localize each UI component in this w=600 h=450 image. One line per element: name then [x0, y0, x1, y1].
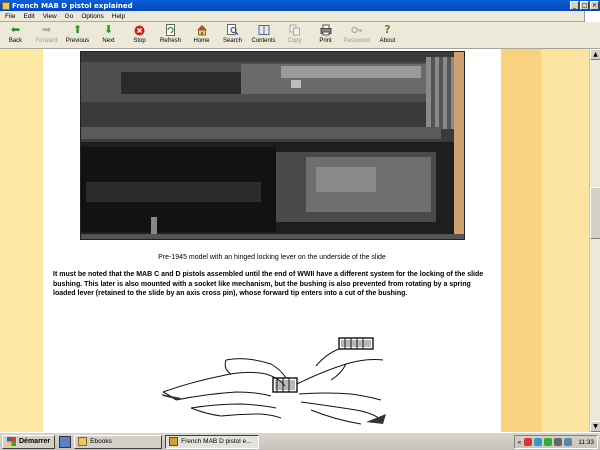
contents-label: Contents	[251, 38, 276, 44]
forward-button[interactable]: ➡ Forward	[31, 22, 62, 49]
refresh-button[interactable]: Refresh	[155, 22, 186, 49]
key-icon	[350, 24, 363, 36]
home-icon	[196, 24, 208, 36]
close-button[interactable]: ×	[590, 1, 599, 10]
search-label: Search	[222, 38, 242, 44]
throbber-logo	[584, 11, 600, 22]
toolbar: ⬅ Back ➡ Forward ⬆ Previous ⬇ Next Stop …	[0, 22, 600, 49]
task-ebooks-label: Ebooks	[90, 438, 112, 445]
stop-icon	[134, 24, 146, 36]
menu-view[interactable]: View	[43, 13, 57, 20]
menu-edit[interactable]: Edit	[23, 13, 34, 20]
system-tray: « 11:33	[513, 435, 598, 449]
app-icon	[2, 1, 10, 10]
menu-bar: File Edit View Go Options Help	[0, 11, 600, 22]
back-button[interactable]: ⬅ Back	[0, 22, 31, 49]
title-bar[interactable]: French MAB D pistol explained _ □ ×	[0, 0, 600, 11]
monitor-tray-icon[interactable]	[564, 438, 573, 446]
hands-sketch-illustration	[161, 334, 386, 432]
clock[interactable]: 11:33	[578, 439, 594, 446]
search-button[interactable]: Search	[217, 22, 248, 49]
password-label: Password	[343, 38, 370, 44]
about-button[interactable]: ? About	[372, 22, 403, 49]
password-button[interactable]: Password	[341, 22, 372, 49]
scroll-thumb[interactable]	[590, 187, 600, 239]
arrow-left-icon: ⬅	[10, 23, 21, 36]
back-label: Back	[8, 38, 23, 44]
arrow-down-icon: ⬇	[103, 23, 114, 36]
copy-icon	[289, 24, 301, 36]
scroll-down-button[interactable]: ▼	[590, 421, 600, 432]
folder-icon	[78, 437, 88, 446]
printer-icon	[320, 24, 332, 36]
windows-logo-icon	[7, 437, 16, 446]
start-label: Démarrer	[19, 438, 51, 445]
browser-window: French MAB D pistol explained _ □ × File…	[0, 0, 600, 432]
ebook-icon	[169, 437, 179, 446]
arrow-up-icon: ⬆	[72, 23, 83, 36]
print-button[interactable]: Print	[310, 22, 341, 49]
scroll-up-button[interactable]: ▲	[590, 49, 600, 60]
right-margin-band	[501, 49, 589, 432]
network-tray-icon[interactable]	[534, 438, 543, 446]
menu-go[interactable]: Go	[65, 13, 74, 20]
vertical-scrollbar[interactable]: ▲ ▼	[589, 49, 600, 432]
book-icon	[258, 24, 270, 36]
copy-label: Copy	[287, 38, 302, 44]
speaker-tray-icon[interactable]	[554, 438, 563, 446]
document-page: Pre-1945 model with an hinged locking le…	[43, 49, 501, 432]
refresh-label: Refresh	[159, 38, 181, 44]
stop-label: Stop	[133, 38, 146, 44]
refresh-icon	[165, 24, 177, 36]
contents-button[interactable]: Contents	[248, 22, 279, 49]
task-ebooks[interactable]: Ebooks	[74, 434, 163, 449]
shield-tray-icon[interactable]	[544, 438, 553, 446]
start-button[interactable]: Démarrer	[2, 434, 56, 449]
desktop-quicklaunch-icon[interactable]	[59, 435, 72, 448]
window-controls: _ □ ×	[570, 1, 599, 10]
question-icon: ?	[384, 23, 391, 36]
menu-options[interactable]: Options	[81, 13, 103, 20]
body-paragraph: It must be noted that the MAB C and D pi…	[53, 271, 484, 297]
about-label: About	[379, 38, 396, 44]
home-button[interactable]: Home	[186, 22, 217, 49]
home-label: Home	[193, 38, 210, 44]
pistol-slide-photo	[80, 51, 465, 240]
antivirus-tray-icon[interactable]	[524, 438, 533, 446]
menu-file[interactable]: File	[5, 13, 15, 20]
copy-button[interactable]: Copy	[279, 22, 310, 49]
next-label: Next	[102, 38, 115, 44]
forward-label: Forward	[35, 38, 58, 44]
minimize-button[interactable]: _	[570, 1, 579, 10]
window-title: French MAB D pistol explained	[12, 1, 133, 10]
next-button[interactable]: ⬇ Next	[93, 22, 124, 49]
left-margin-band	[0, 49, 43, 432]
menu-help[interactable]: Help	[112, 13, 125, 20]
print-label: Print	[319, 38, 332, 44]
taskbar: Démarrer Ebooks French MAB D pistol e...…	[0, 432, 600, 450]
task-french-mab-label: French MAB D pistol e...	[181, 438, 252, 445]
search-icon	[226, 24, 239, 36]
task-french-mab[interactable]: French MAB D pistol e...	[165, 434, 260, 449]
arrow-right-icon: ➡	[41, 23, 52, 36]
photo-caption: Pre-1945 model with an hinged locking le…	[158, 254, 386, 261]
stop-button[interactable]: Stop	[124, 22, 155, 49]
tray-chevron[interactable]: «	[518, 439, 522, 446]
maximize-button[interactable]: □	[580, 1, 589, 10]
right-margin-stripe	[501, 49, 541, 432]
previous-button[interactable]: ⬆ Previous	[62, 22, 93, 49]
content-area: Pre-1945 model with an hinged locking le…	[0, 49, 589, 432]
previous-label: Previous	[65, 38, 90, 44]
